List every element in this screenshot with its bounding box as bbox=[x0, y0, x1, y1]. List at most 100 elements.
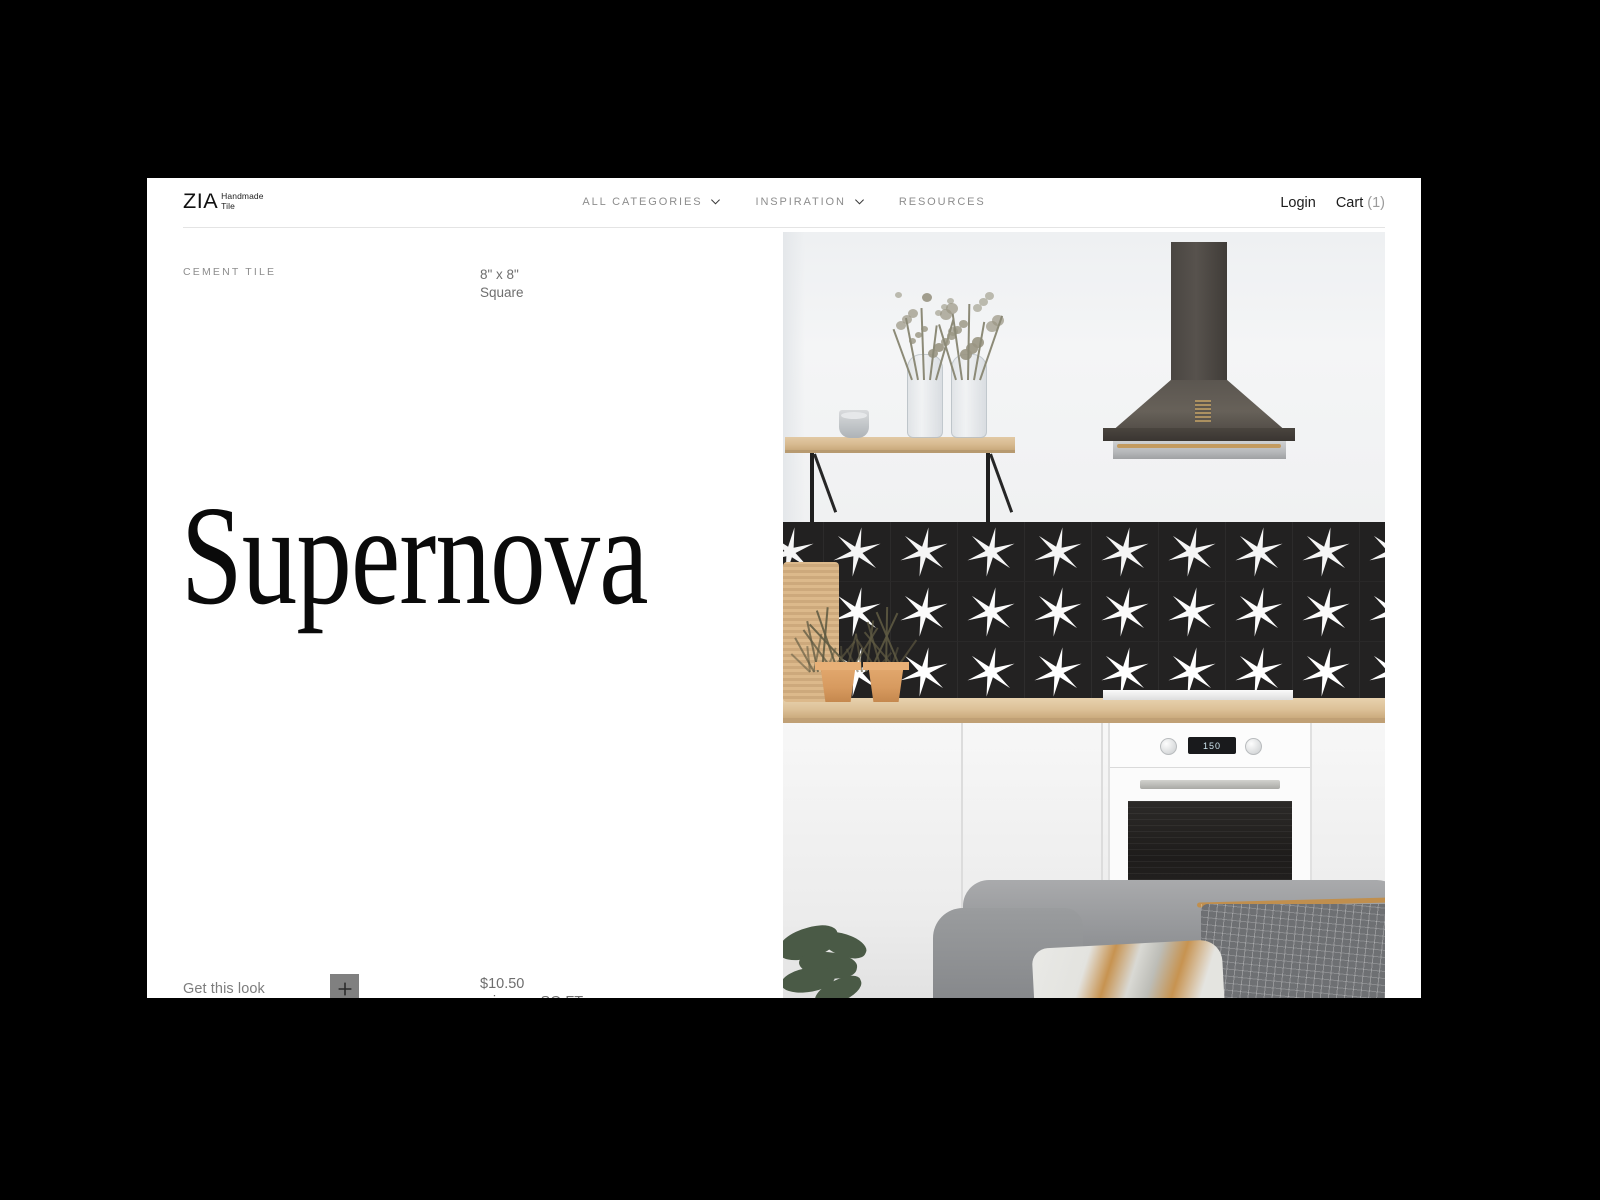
plus-icon bbox=[337, 981, 353, 997]
star-icon bbox=[1369, 655, 1385, 680]
product-category-label: CEMENT TILE bbox=[183, 266, 277, 278]
product-size-dimensions: 8" x 8" bbox=[480, 267, 519, 282]
photo-tile bbox=[891, 522, 958, 582]
photo-tile bbox=[958, 642, 1025, 702]
product-price-block: $10.50 price per SQ FT bbox=[480, 975, 583, 998]
get-this-look-control: Get this look bbox=[183, 974, 359, 998]
photo-wood-shelf bbox=[785, 437, 1015, 450]
photo-tile bbox=[958, 522, 1025, 582]
star-icon bbox=[900, 526, 948, 577]
star-icon bbox=[1369, 595, 1385, 620]
star-icon bbox=[1034, 586, 1082, 637]
star-icon bbox=[1302, 526, 1350, 577]
photo-striped-pillow bbox=[1031, 939, 1225, 998]
star-icon bbox=[1101, 586, 1149, 637]
star-icon bbox=[967, 646, 1015, 697]
product-title: Supernova bbox=[181, 476, 648, 634]
star-icon bbox=[1235, 526, 1283, 577]
photo-eucalyptus-leaf bbox=[895, 292, 902, 298]
photo-crosshatch-pillow bbox=[1201, 904, 1385, 998]
photo-tile bbox=[1360, 522, 1385, 582]
star-icon bbox=[1034, 646, 1082, 697]
cart-count-badge: (1) bbox=[1367, 195, 1385, 211]
photo-eucalyptus-leaf bbox=[896, 321, 906, 330]
star-icon bbox=[1235, 586, 1283, 637]
photo-tile bbox=[1293, 522, 1360, 582]
photo-tile bbox=[1360, 582, 1385, 642]
photo-tile bbox=[1360, 642, 1385, 702]
photo-eucalyptus-stem bbox=[920, 308, 925, 381]
photo-ceramic-bowl bbox=[839, 410, 869, 438]
photo-oven-handle bbox=[1140, 780, 1280, 789]
star-icon bbox=[1168, 526, 1216, 577]
star-icon bbox=[1034, 526, 1082, 577]
photo-tile bbox=[1025, 582, 1092, 642]
chevron-down-icon bbox=[854, 196, 865, 207]
photo-wall bbox=[783, 232, 1385, 522]
site-header: ZIA Handmade Tile ALL CATEGORIES INSPIRA… bbox=[147, 178, 1421, 228]
photo-eucalyptus-leaf bbox=[940, 309, 952, 320]
photo-tile bbox=[1092, 582, 1159, 642]
photo-shelf-edge bbox=[785, 450, 1015, 453]
product-info-column: CEMENT TILE 8" x 8" Square Supernova Get… bbox=[147, 232, 783, 998]
photo-terracotta-pots bbox=[811, 660, 931, 702]
nav-item-resources-label: RESOURCES bbox=[898, 196, 986, 208]
photo-tile bbox=[1293, 582, 1360, 642]
photo-range-hood-lip bbox=[1103, 428, 1295, 441]
cart-link[interactable]: Cart (1) bbox=[1336, 195, 1385, 211]
photo-tile bbox=[1092, 522, 1159, 582]
nav-item-all-categories[interactable]: ALL CATEGORIES bbox=[582, 196, 721, 208]
product-size-spec: 8" x 8" Square bbox=[480, 266, 524, 302]
product-price-unit: price per SQ FT bbox=[480, 993, 583, 998]
photo-tile bbox=[1226, 582, 1293, 642]
cart-label: Cart bbox=[1335, 195, 1364, 211]
photo-range-hood-duct bbox=[1171, 242, 1227, 382]
photo-potted-grass bbox=[790, 582, 918, 673]
photo-glass-vase bbox=[938, 292, 1004, 438]
chevron-down-icon bbox=[710, 196, 721, 207]
photo-tile bbox=[958, 582, 1025, 642]
nav-item-resources[interactable]: RESOURCES bbox=[899, 196, 986, 208]
photo-oven-control-panel: 150 bbox=[1110, 723, 1310, 768]
photo-tile bbox=[1025, 522, 1092, 582]
star-icon bbox=[967, 526, 1015, 577]
photo-range-hood-brass-rail bbox=[1117, 444, 1281, 448]
get-this-look-row: Get this look bbox=[183, 974, 359, 998]
photo-oven-knob bbox=[1245, 738, 1262, 755]
nav-item-all-categories-label: ALL CATEGORIES bbox=[582, 196, 703, 208]
product-size-shape: Square bbox=[480, 285, 524, 300]
product-lifestyle-photo: 150 bbox=[783, 232, 1385, 998]
photo-tile bbox=[1159, 522, 1226, 582]
product-price-amount: $10.50 bbox=[480, 976, 525, 992]
get-this-look-label: Get this look bbox=[183, 980, 265, 997]
header-divider bbox=[183, 227, 1385, 228]
star-icon bbox=[1302, 646, 1350, 697]
photo-range-hood-badge bbox=[1195, 400, 1211, 422]
star-icon bbox=[1168, 586, 1216, 637]
nav-item-inspiration-label: INSPIRATION bbox=[755, 196, 846, 208]
photo-tile bbox=[1226, 522, 1293, 582]
photo-monstera-plant bbox=[783, 920, 907, 998]
photo-eucalyptus-leaf bbox=[960, 349, 972, 360]
photo-shelf-bracket bbox=[986, 453, 990, 531]
photo-pot-rim bbox=[815, 662, 861, 670]
nav-item-inspiration[interactable]: INSPIRATION bbox=[755, 196, 864, 208]
photo-oven-display: 150 bbox=[1188, 737, 1236, 754]
photo-eucalyptus-stem bbox=[967, 303, 970, 381]
photo-eucalyptus-leaf bbox=[973, 304, 982, 312]
photo-tile bbox=[1293, 642, 1360, 702]
star-icon bbox=[1369, 535, 1385, 560]
site-page: ZIA Handmade Tile ALL CATEGORIES INSPIRA… bbox=[147, 178, 1421, 998]
add-to-cart-plus-button[interactable] bbox=[330, 974, 359, 998]
user-navigation: Login Cart (1) bbox=[1280, 195, 1385, 211]
photo-oven-knob bbox=[1160, 738, 1177, 755]
photo-cooktop bbox=[1103, 690, 1293, 700]
star-icon bbox=[967, 586, 1015, 637]
login-link[interactable]: Login bbox=[1280, 195, 1315, 211]
photo-pot-rim bbox=[863, 662, 909, 670]
photo-shelf-bracket bbox=[810, 453, 814, 531]
star-icon bbox=[1302, 586, 1350, 637]
main-navigation: ALL CATEGORIES INSPIRATION RESOURCES bbox=[147, 196, 1421, 208]
star-icon bbox=[1101, 526, 1149, 577]
photo-terracotta-pot bbox=[820, 666, 856, 702]
